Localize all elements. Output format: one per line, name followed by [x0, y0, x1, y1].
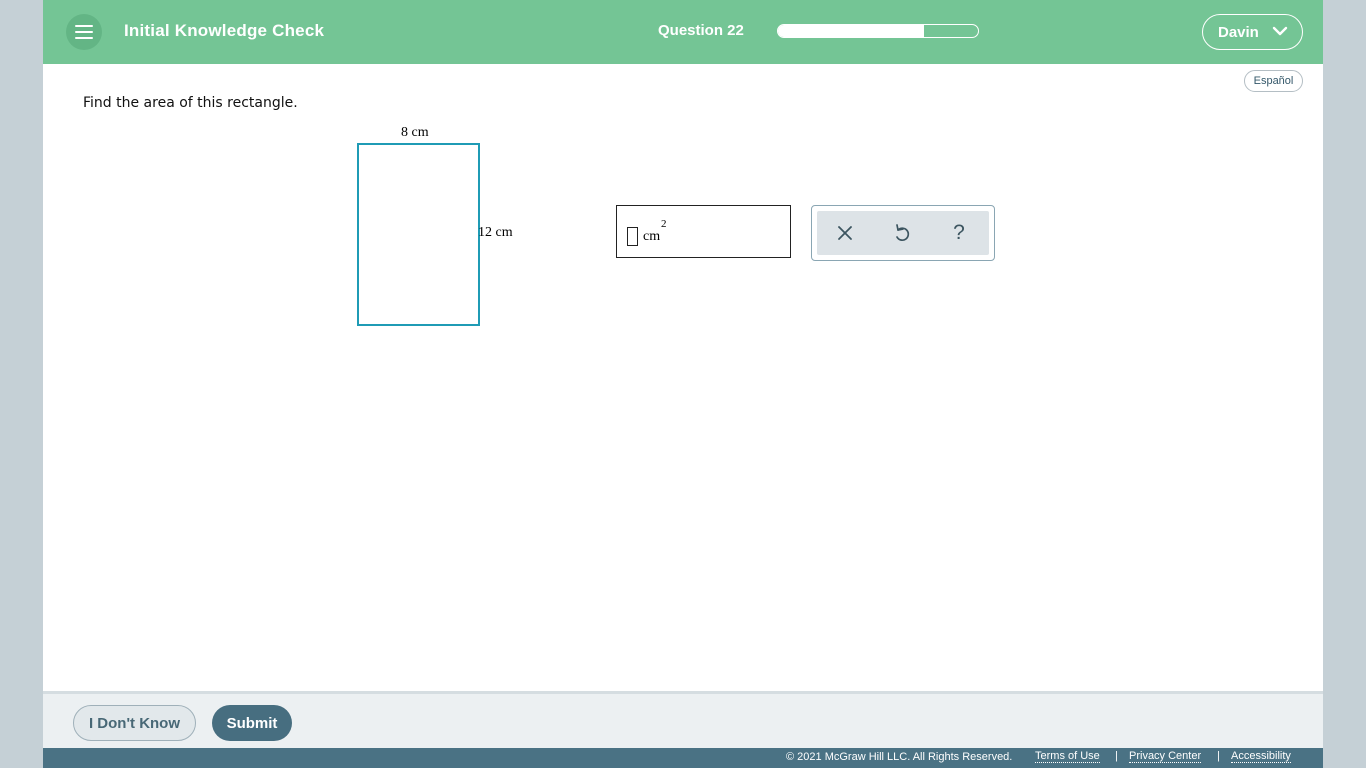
accessibility-link[interactable]: Accessibility [1231, 750, 1291, 763]
progress-fill [778, 25, 924, 37]
answer-tools: ? [817, 211, 989, 255]
answer-unit-exponent: 2 [661, 218, 667, 230]
width-label: 8 cm [401, 125, 429, 140]
rectangle-figure [357, 143, 480, 326]
footer-separator: | [1115, 750, 1118, 762]
footer-separator: | [1217, 750, 1220, 762]
action-bar: I Don't Know Submit [43, 691, 1323, 748]
question-number: Question 22 [658, 22, 744, 39]
app-window: Initial Knowledge Check Question 22 Davi… [43, 0, 1323, 768]
user-name: Davin [1218, 23, 1259, 41]
undo-icon [896, 224, 910, 242]
footer: © 2021 McGraw Hill LLC. All Rights Reser… [43, 748, 1323, 768]
answer-box: cm 2 [616, 205, 791, 258]
copyright-text: © 2021 McGraw Hill LLC. All Rights Reser… [786, 751, 1013, 763]
height-label: 12 cm [478, 225, 513, 240]
user-menu-button[interactable]: Davin [1202, 14, 1303, 50]
progress-bar [777, 24, 979, 38]
header-bar: Initial Knowledge Check Question 22 Davi… [43, 0, 1323, 64]
question-prompt: Find the area of this rectangle. [83, 95, 298, 111]
espanol-button[interactable]: Español [1244, 70, 1303, 92]
chevron-down-icon [1272, 26, 1288, 36]
privacy-link[interactable]: Privacy Center [1129, 750, 1202, 763]
answer-input[interactable] [627, 227, 638, 246]
terms-link[interactable]: Terms of Use [1035, 750, 1100, 763]
dont-know-button[interactable]: I Don't Know [73, 705, 196, 741]
submit-button[interactable]: Submit [212, 705, 292, 741]
clear-button[interactable] [831, 219, 859, 247]
page-title: Initial Knowledge Check [124, 21, 325, 40]
hamburger-icon [75, 25, 93, 39]
answer-unit: cm [643, 229, 661, 244]
help-button[interactable]: ? [945, 219, 973, 247]
close-icon [838, 226, 852, 240]
undo-button[interactable] [888, 219, 916, 247]
menu-button[interactable] [66, 14, 102, 50]
answer-tools-panel: ? [811, 205, 995, 261]
